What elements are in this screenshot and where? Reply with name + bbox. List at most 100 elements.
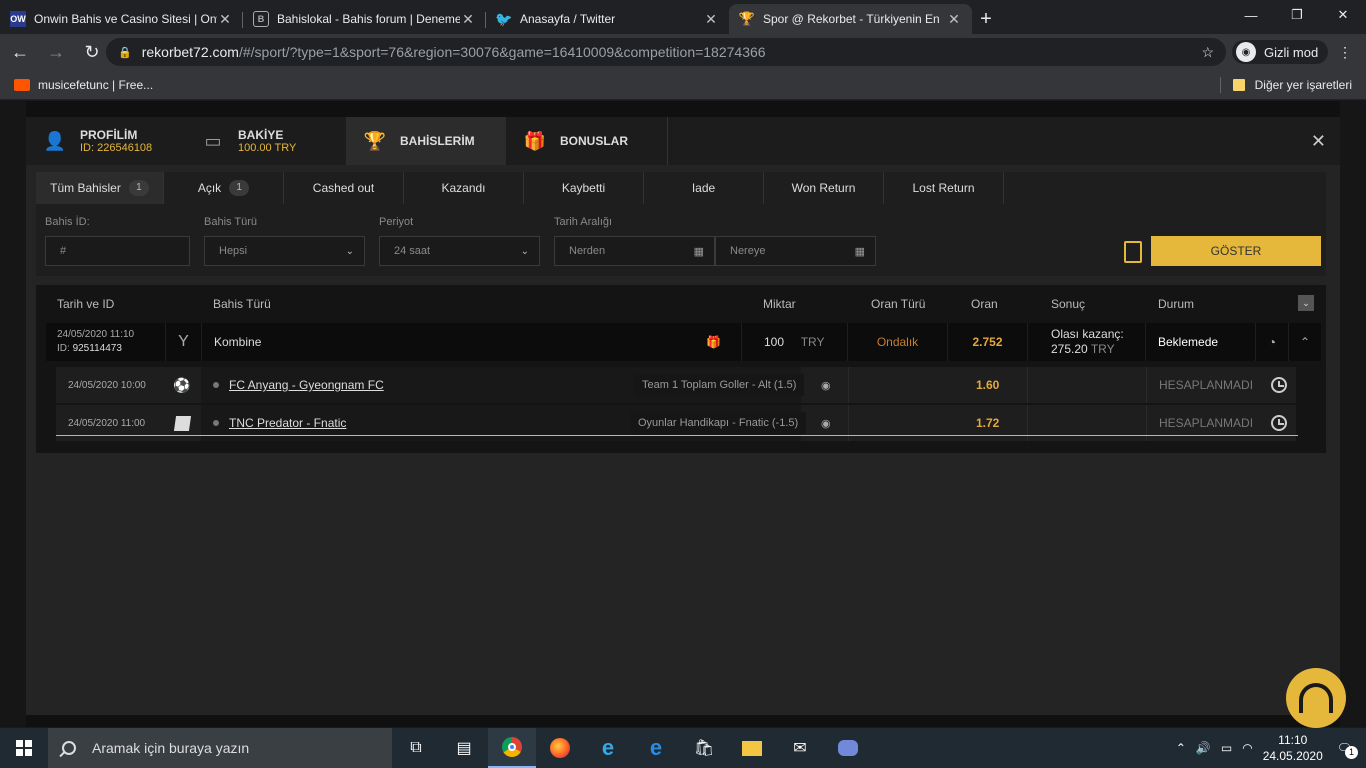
- bet-id: 925114473: [72, 343, 122, 354]
- file-explorer-icon[interactable]: [728, 728, 776, 768]
- volume-icon[interactable]: 🔊: [1196, 741, 1211, 755]
- discord-icon[interactable]: [824, 728, 872, 768]
- filter-tab-label: Kazandı: [441, 181, 486, 195]
- chevron-down-icon: ⌄: [520, 245, 529, 257]
- header-odds-type: Oran Türü: [871, 297, 926, 311]
- history-clock-icon[interactable]: ◔: [1256, 323, 1289, 361]
- tab-bonuses[interactable]: 🎁 BONUSLAR: [506, 117, 668, 165]
- task-view-icon[interactable]: ⧉: [392, 728, 440, 768]
- filter-tab-label: Won Return: [791, 181, 856, 195]
- wifi-icon[interactable]: ◠: [1242, 741, 1252, 755]
- bookmark-separator: [1219, 77, 1221, 93]
- mail-icon[interactable]: ✉: [776, 728, 824, 768]
- other-bookmarks[interactable]: Diğer yer işaretleri: [1255, 78, 1352, 92]
- chevron-down-icon: ⌄: [345, 245, 354, 257]
- filter-tab-all[interactable]: Tüm Bahisler 1: [36, 172, 164, 204]
- tab-close-icon[interactable]: ✕: [217, 11, 233, 28]
- odds-type: Ondalık: [876, 335, 919, 349]
- period-label: Periyot: [379, 216, 414, 228]
- bullet: [213, 420, 219, 426]
- firefox-icon[interactable]: [536, 728, 584, 768]
- browser-menu-icon[interactable]: ⋮: [1338, 44, 1352, 61]
- amount-cell: 100 TRY: [742, 323, 848, 361]
- filter-tab-open[interactable]: Açık 1: [164, 172, 284, 204]
- edge-icon[interactable]: e: [632, 728, 680, 768]
- browser-tab-twitter[interactable]: 🐦 Anasayfa / Twitter ✕: [486, 4, 729, 34]
- date-range-label: Tarih Aralığı: [554, 216, 613, 228]
- incognito-indicator[interactable]: ◉ Gizli mod: [1232, 40, 1329, 64]
- tab-close-icon[interactable]: ✕: [703, 11, 719, 28]
- tab-close-icon[interactable]: ✕: [460, 11, 476, 28]
- selection-event-link[interactable]: FC Anyang - Gyeongnam FC: [229, 378, 384, 392]
- store-icon[interactable]: 🛍: [680, 728, 728, 768]
- back-arrow-icon[interactable]: ←: [4, 36, 36, 68]
- notifications-icon[interactable]: 🗨 1: [1337, 741, 1358, 759]
- tab-profile[interactable]: 👤 PROFİLİM ID: 226546108: [26, 117, 184, 165]
- support-button[interactable]: [1286, 668, 1346, 728]
- bet-filters: Bahis İD: # Bahis Türü Hepsi ⌄ Periyot 24…: [36, 204, 1326, 276]
- browser-tab-rekorbet[interactable]: 🏆 Spor @ Rekorbet - Türkiyenin En ✕: [729, 4, 972, 34]
- period-value: 24 saat: [394, 245, 431, 257]
- chevron-up-icon[interactable]: ⌃: [1289, 323, 1321, 361]
- clipboard-icon[interactable]: [1124, 241, 1142, 263]
- bahislokal-favicon-icon: B: [253, 11, 269, 27]
- address-bar[interactable]: 🔒 rekorbet72.com/#/sport/?type=1&sport=7…: [106, 38, 1226, 66]
- maximize-icon[interactable]: ❐: [1274, 0, 1320, 30]
- info-icon[interactable]: ◉: [821, 367, 831, 403]
- bookmark-star-icon[interactable]: ☆: [1201, 44, 1214, 61]
- taskbar-date: 24.05.2020: [1262, 749, 1323, 763]
- bet-row[interactable]: 24/05/2020 11:10 ID: 925114473 Y Kombine…: [46, 323, 1321, 361]
- filter-tab-refund[interactable]: Iade: [644, 172, 764, 204]
- filter-tab-cashed-out[interactable]: Cashed out: [284, 172, 404, 204]
- total-odds: 2.752: [972, 335, 1003, 349]
- bet-type-label: Bahis Türü: [204, 216, 257, 228]
- date-from-input[interactable]: Nerden ▦: [554, 236, 715, 266]
- control-panel-icon[interactable]: ▤: [440, 728, 488, 768]
- period-select[interactable]: 24 saat ⌄: [379, 236, 540, 266]
- bookmark-item[interactable]: musicefetunc | Free...: [38, 78, 153, 92]
- tab-close-icon[interactable]: ✕: [946, 11, 962, 28]
- tab-balance[interactable]: ▭ BAKİYE 100.00 TRY: [184, 117, 346, 165]
- bet-type-select[interactable]: Hepsi ⌄: [204, 236, 365, 266]
- battery-icon[interactable]: ▭: [1221, 741, 1232, 755]
- notification-count: 1: [1345, 746, 1358, 759]
- reload-icon[interactable]: ↻: [76, 36, 108, 68]
- taskbar-clock[interactable]: 11:10 24.05.2020: [1263, 732, 1323, 764]
- twitter-bird-icon: 🐦: [495, 10, 513, 27]
- filter-tab-won[interactable]: Kazandı: [404, 172, 524, 204]
- header-bet-type: Bahis Türü: [213, 297, 271, 311]
- background-left-panel: [0, 101, 26, 727]
- selection-event-link[interactable]: TNC Predator - Fnatic: [229, 416, 346, 430]
- chrome-icon[interactable]: [488, 728, 536, 768]
- odds-cell: 2.752: [948, 323, 1028, 361]
- status-cell: Beklemede: [1146, 323, 1256, 361]
- filter-tab-lost-return[interactable]: Lost Return: [884, 172, 1004, 204]
- filter-tab-won-return[interactable]: Won Return: [764, 172, 884, 204]
- onwin-favicon-icon: OW: [10, 11, 26, 27]
- potential-win-currency: TRY: [1090, 342, 1115, 356]
- bet-id-label: Bahis İD:: [45, 216, 90, 228]
- date-to-input[interactable]: Nereye ▦: [715, 236, 876, 266]
- taskbar-search[interactable]: Aramak için buraya yazın: [48, 728, 392, 768]
- internet-explorer-icon[interactable]: e: [584, 728, 632, 768]
- start-button[interactable]: [0, 728, 48, 768]
- incognito-icon: ◉: [1236, 42, 1256, 62]
- calendar-icon[interactable]: ▦: [694, 245, 704, 258]
- new-tab-button[interactable]: +: [972, 4, 1000, 34]
- tray-chevron-up-icon[interactable]: ⌃: [1176, 741, 1186, 755]
- modal-close-icon[interactable]: ✕: [1311, 131, 1326, 152]
- minimize-icon[interactable]: —: [1228, 0, 1274, 30]
- show-button[interactable]: GÖSTER: [1151, 236, 1321, 266]
- close-window-icon[interactable]: ✕: [1320, 0, 1366, 30]
- calendar-icon[interactable]: ▦: [855, 245, 865, 258]
- balance-value: 100.00 TRY: [238, 142, 297, 154]
- browser-tab-bahislokal[interactable]: B Bahislokal - Bahis forum | Deneme ✕: [243, 4, 486, 34]
- tab-my-bets[interactable]: 🏆 BAHİSLERİM: [346, 117, 506, 165]
- collapse-all-icon[interactable]: ⌄: [1298, 295, 1314, 311]
- trophy-favicon-icon: 🏆: [738, 11, 756, 26]
- browser-tab-onwin[interactable]: OW Onwin Bahis ve Casino Sitesi | Onwin …: [0, 4, 243, 34]
- bet-id-input[interactable]: #: [45, 236, 190, 266]
- forward-arrow-icon[interactable]: →: [40, 36, 72, 68]
- filter-tab-lost[interactable]: Kaybetti: [524, 172, 644, 204]
- bet-filter-tabs: Tüm Bahisler 1 Açık 1 Cashed out Kazandı K…: [36, 172, 1326, 204]
